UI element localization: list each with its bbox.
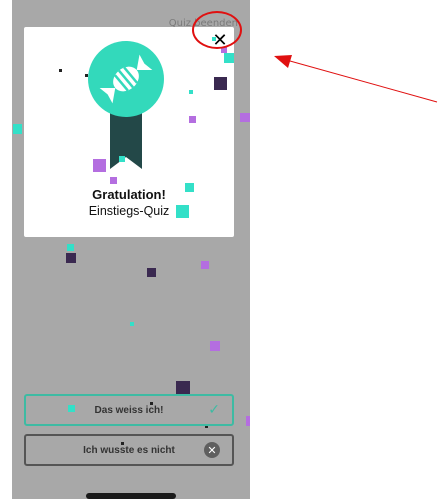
annotation-arrow-icon — [274, 55, 438, 103]
